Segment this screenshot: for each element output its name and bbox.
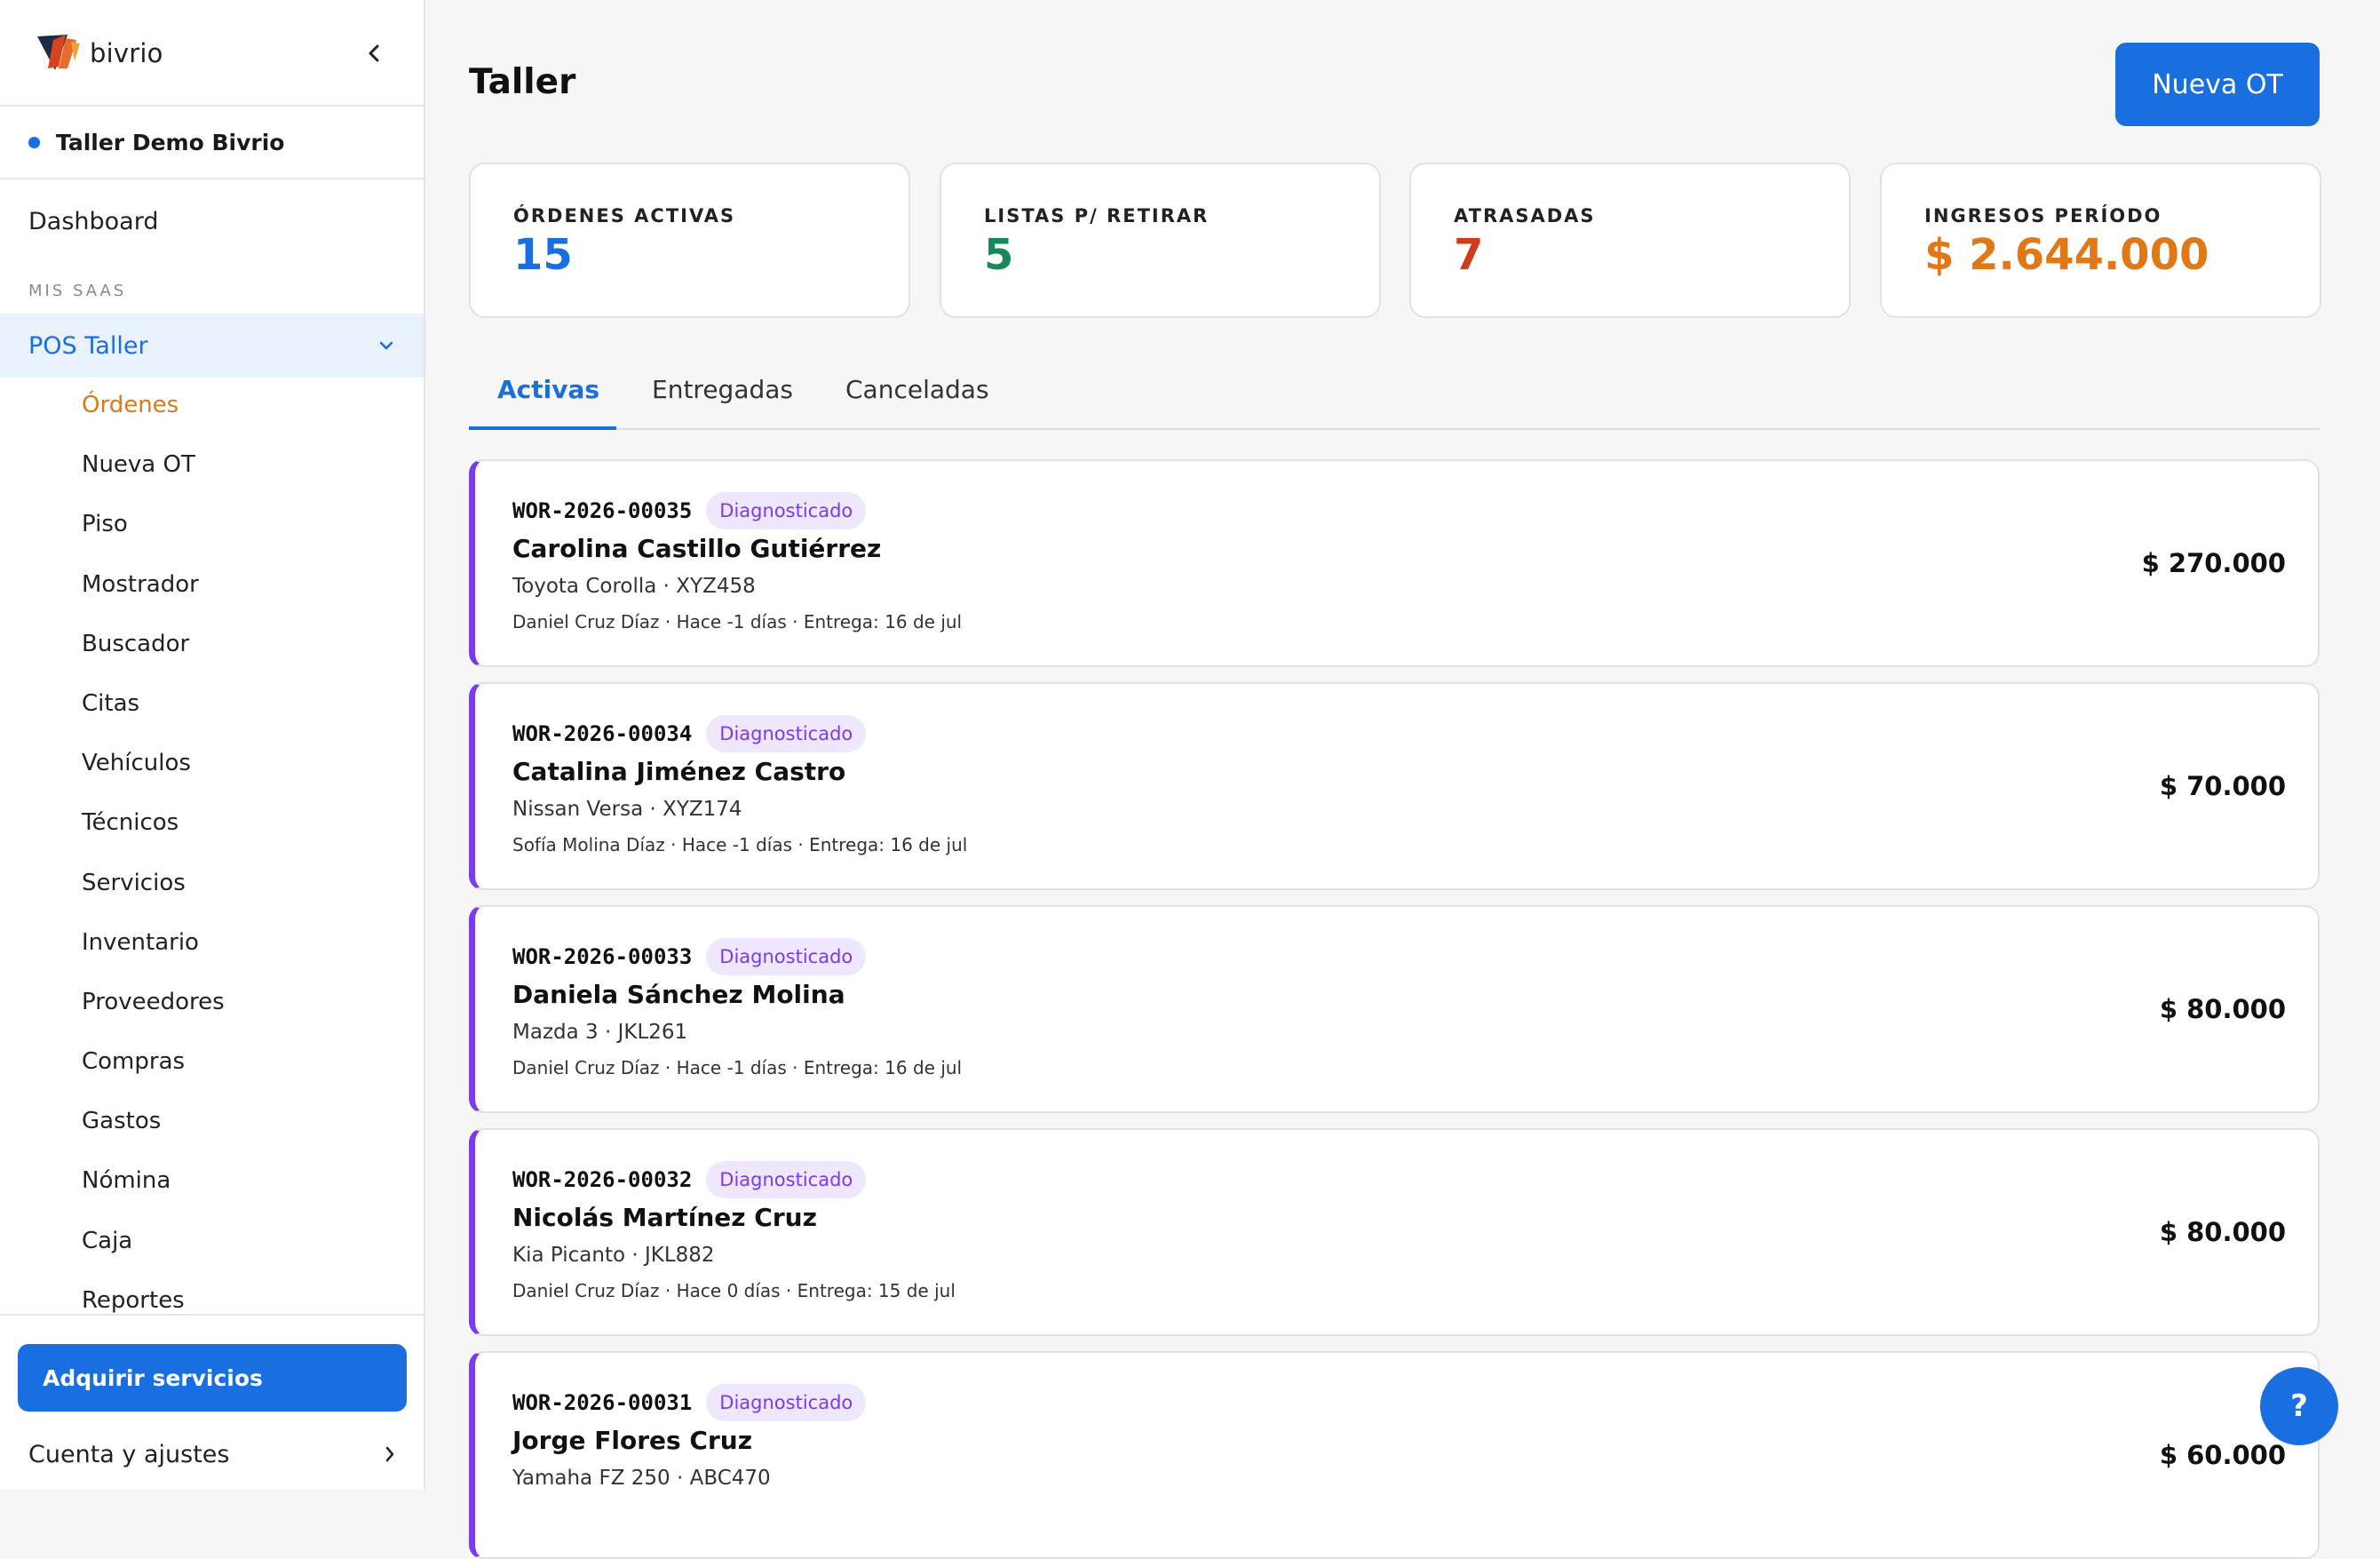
order-code-row: WOR-2026-00034 Diagnosticado [512, 714, 867, 753]
sidebar-item[interactable]: Caja [82, 1223, 225, 1283]
order-customer: Daniela Sánchez Molina [512, 980, 845, 1009]
order-customer: Jorge Flores Cruz [512, 1426, 753, 1455]
account-settings-label: Cuenta y ajustes [28, 1440, 230, 1468]
order-code-row: WOR-2026-00035 Diagnosticado [512, 491, 867, 530]
chevron-down-icon [379, 341, 393, 350]
sidebar-item[interactable]: Proveedores [82, 984, 225, 1044]
order-amount: $ 270.000 [2141, 548, 2286, 578]
sidebar-item[interactable]: Compras [82, 1044, 225, 1103]
sidebar: bivrio Taller Demo Bivrio Dashboard MIS … [0, 0, 425, 1489]
page-title: Taller [469, 62, 576, 102]
stat-label: INGRESOS PERÍODO [1924, 205, 2162, 227]
sidebar-item[interactable]: Mostrador [82, 567, 225, 626]
sidebar-item[interactable]: Órdenes [82, 387, 225, 447]
org-name: Taller Demo Bivrio [56, 129, 285, 155]
order-vehicle: Toyota Corolla · XYZ458 [512, 575, 756, 598]
sidebar-item[interactable]: Nueva OT [82, 447, 225, 506]
brand[interactable]: bivrio [36, 30, 163, 76]
nav-pos-taller-label: POS Taller [28, 331, 148, 360]
order-customer: Catalina Jiménez Castro [512, 757, 846, 786]
sidebar-item[interactable]: Técnicos [82, 805, 225, 864]
order-card[interactable]: WOR-2026-00032 Diagnosticado Nicolás Martí… [469, 1128, 2320, 1336]
chevron-right-icon [385, 1446, 394, 1462]
acquire-services-button[interactable]: Adquirir servicios [18, 1344, 407, 1412]
nav-dashboard[interactable]: Dashboard [28, 208, 158, 235]
order-code: WOR-2026-00034 [512, 721, 693, 746]
order-vehicle: Kia Picanto · JKL882 [512, 1244, 715, 1267]
order-vehicle: Nissan Versa · XYZ174 [512, 798, 742, 821]
sidebar-item[interactable]: Citas [82, 686, 225, 745]
sidebar-footer: Adquirir servicios Cuenta y ajustes [0, 1314, 424, 1489]
order-vehicle: Yamaha FZ 250 · ABC470 [512, 1467, 771, 1490]
stat-card: ATRASADAS 7 [1409, 163, 1851, 318]
sidebar-item[interactable]: Gastos [82, 1103, 225, 1163]
tab-canceladas[interactable]: Canceladas [845, 375, 989, 404]
sidebar-item[interactable]: Nómina [82, 1163, 225, 1222]
status-badge: Diagnosticado [706, 1384, 867, 1421]
stats-row: ÓRDENES ACTIVAS 15 LISTAS P/ RETIRAR 5 ATRAS… [469, 163, 2321, 318]
status-badge: Diagnosticado [706, 938, 867, 975]
stat-card: INGRESOS PERÍODO $ 2.644.000 [1880, 163, 2321, 318]
order-amount: $ 70.000 [2159, 771, 2286, 801]
pos-submenu: Órdenes Nueva OT Piso Mostrador Buscador Cita… [82, 387, 225, 1342]
order-customer: Nicolás Martínez Cruz [512, 1203, 817, 1232]
status-badge: Diagnosticado [706, 1161, 867, 1198]
status-badge: Diagnosticado [706, 715, 867, 752]
stat-value: 5 [984, 230, 1014, 280]
divider [0, 105, 424, 107]
org-status-dot [28, 136, 40, 148]
order-card[interactable]: WOR-2026-00031 Diagnosticado Jorge Flores … [469, 1351, 2320, 1559]
sidebar-item[interactable]: Buscador [82, 626, 225, 686]
tab-entregadas[interactable]: Entregadas [652, 375, 793, 404]
order-vehicle: Mazda 3 · JKL261 [512, 1021, 688, 1044]
stat-label: LISTAS P/ RETIRAR [984, 205, 1210, 227]
stat-card: ÓRDENES ACTIVAS 15 [469, 163, 910, 318]
stat-value: $ 2.644.000 [1924, 230, 2209, 280]
chevron-left-icon [369, 44, 379, 62]
order-card[interactable]: WOR-2026-00035 Diagnosticado Carolina Cast… [469, 459, 2320, 667]
section-label: MIS SAAS [28, 282, 127, 300]
order-meta: Sofía Molina Díaz · Hace -1 días · Entre… [512, 834, 968, 855]
order-code-row: WOR-2026-00031 Diagnosticado [512, 1383, 867, 1422]
stat-value: 7 [1454, 230, 1484, 280]
order-code-row: WOR-2026-00032 Diagnosticado [512, 1160, 867, 1199]
sidebar-item[interactable]: Servicios [82, 865, 225, 925]
order-code: WOR-2026-00031 [512, 1390, 693, 1415]
brand-name: bivrio [90, 38, 163, 68]
order-card[interactable]: WOR-2026-00033 Diagnosticado Daniela Sánch… [469, 905, 2320, 1113]
order-meta: Daniel Cruz Díaz · Hace -1 días · Entreg… [512, 611, 963, 632]
order-card[interactable]: WOR-2026-00034 Diagnosticado Catalina Jimé… [469, 682, 2320, 890]
account-settings-link[interactable]: Cuenta y ajustes [28, 1435, 396, 1474]
order-amount: $ 80.000 [2159, 1217, 2286, 1247]
new-work-order-button[interactable]: Nueva OT [2115, 43, 2320, 126]
tab-activas[interactable]: Activas [497, 375, 599, 404]
sidebar-item[interactable]: Piso [82, 506, 225, 566]
order-tabs: Activas Entregadas Canceladas [469, 355, 2320, 430]
order-code-row: WOR-2026-00033 Diagnosticado [512, 937, 867, 976]
order-code: WOR-2026-00032 [512, 1167, 693, 1192]
stat-label: ATRASADAS [1454, 205, 1596, 227]
org-selector[interactable]: Taller Demo Bivrio [28, 128, 284, 156]
order-code: WOR-2026-00035 [512, 498, 693, 523]
stat-card: LISTAS P/ RETIRAR 5 [940, 163, 1381, 318]
sidebar-item[interactable]: Vehículos [82, 745, 225, 805]
bivrio-logo-icon [37, 35, 80, 70]
divider [0, 178, 424, 179]
sidebar-item[interactable]: Inventario [82, 925, 225, 984]
collapse-sidebar-button[interactable] [359, 36, 389, 71]
order-amount: $ 80.000 [2159, 994, 2286, 1024]
active-tab-indicator [469, 426, 616, 430]
nav-pos-taller[interactable]: POS Taller [0, 314, 424, 378]
help-button[interactable]: ? [2260, 1367, 2338, 1445]
order-code: WOR-2026-00033 [512, 944, 693, 969]
stat-label: ÓRDENES ACTIVAS [513, 205, 736, 227]
order-meta: Daniel Cruz Díaz · Hace -1 días · Entreg… [512, 1057, 963, 1078]
stat-value: 15 [513, 230, 573, 280]
order-meta: Daniel Cruz Díaz · Hace 0 días · Entrega… [512, 1280, 956, 1301]
order-customer: Carolina Castillo Gutiérrez [512, 534, 882, 563]
status-badge: Diagnosticado [706, 492, 867, 529]
